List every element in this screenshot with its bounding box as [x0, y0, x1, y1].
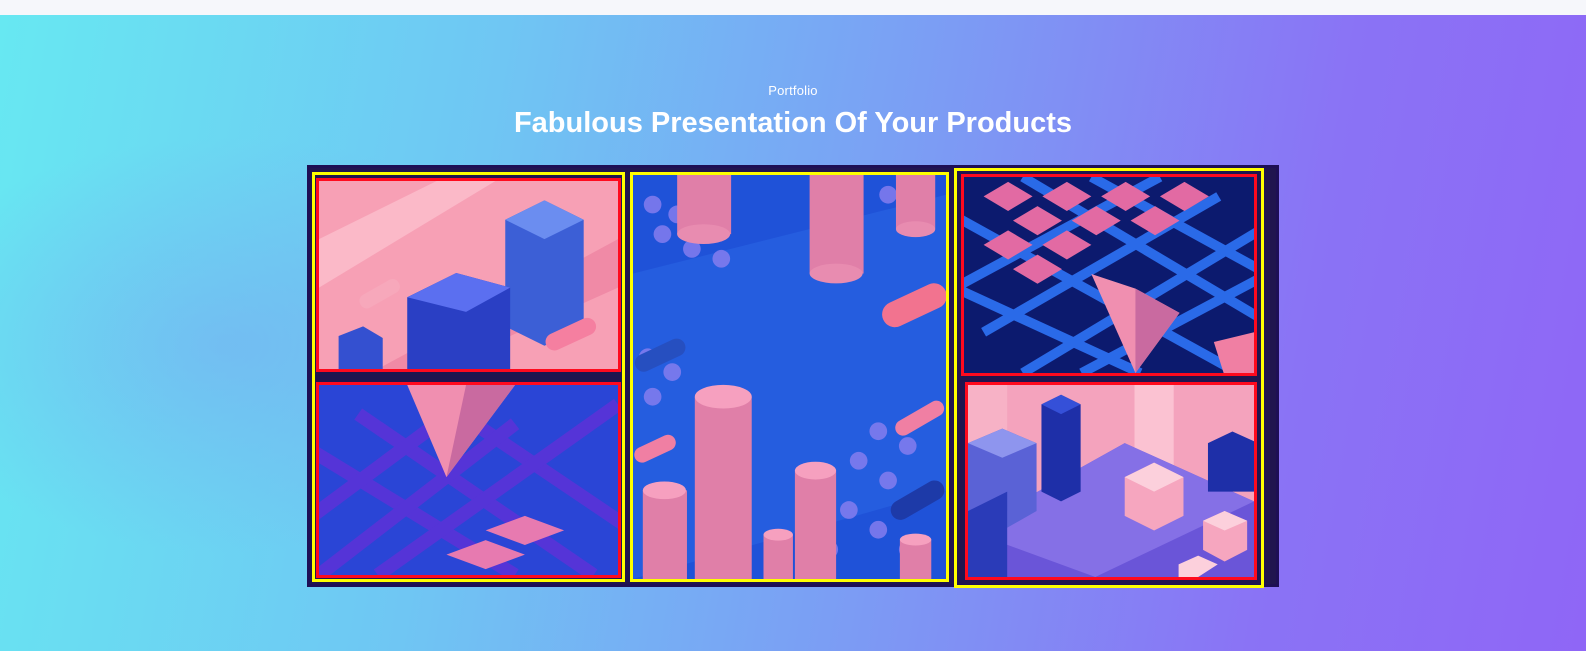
- portfolio-item-cubes[interactable]: [965, 382, 1257, 580]
- isometric-pyramid-grid-image: [319, 385, 618, 575]
- portfolio-item-pyramid-grid[interactable]: [316, 382, 621, 578]
- isometric-diamond-grid-image: [964, 177, 1254, 373]
- portfolio-item-diamond-grid[interactable]: [961, 174, 1257, 376]
- portfolio-grid: [307, 165, 1279, 588]
- isometric-hexagons-image: [319, 181, 618, 369]
- section-eyebrow: Portfolio: [768, 83, 818, 98]
- portfolio-item-cylinders[interactable]: [630, 172, 949, 582]
- isometric-cubes-image: [968, 385, 1254, 577]
- section-title: Fabulous Presentation Of Your Products: [513, 107, 1073, 139]
- portfolio-section: Portfolio Fabulous Presentation Of Your …: [0, 15, 1586, 651]
- isometric-cylinders-image: [633, 175, 946, 579]
- portfolio-item-hexagons[interactable]: [316, 178, 621, 372]
